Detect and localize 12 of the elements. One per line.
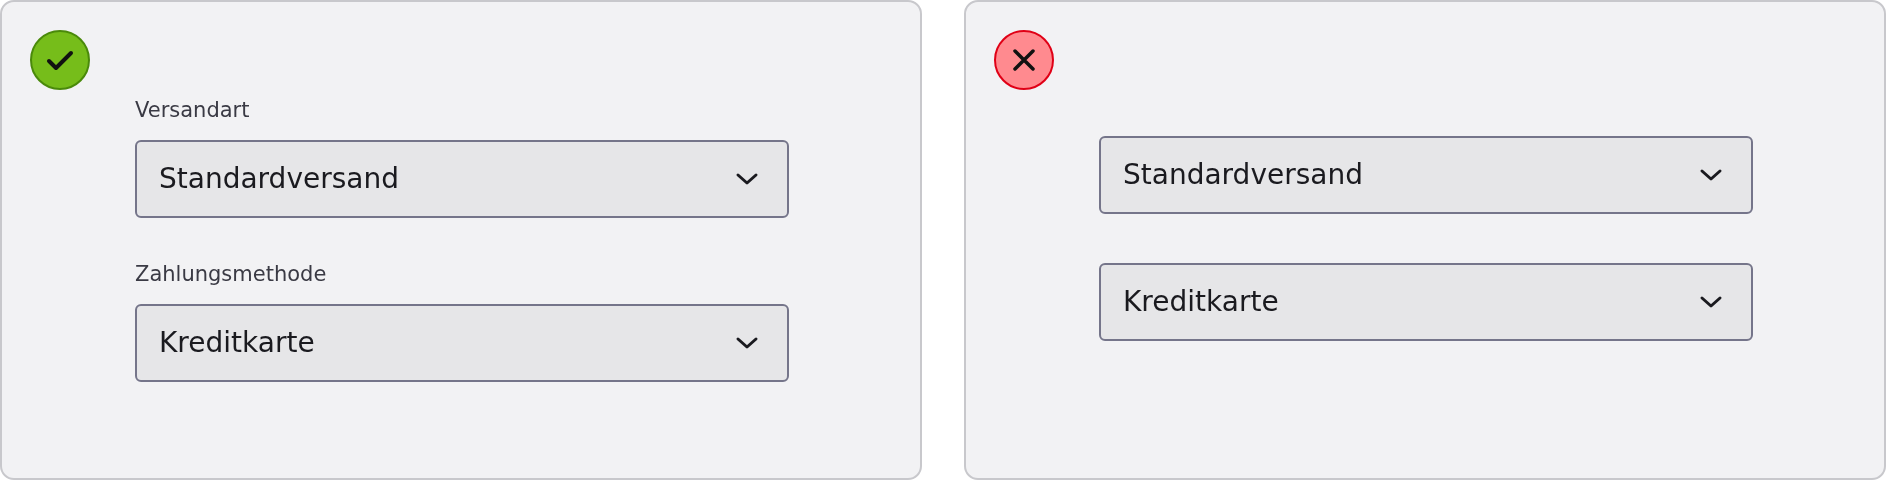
chevron-down-icon [735,336,759,350]
select-field[interactable]: Kreditkarte [135,304,789,382]
check-icon [30,30,90,90]
chevron-down-icon [1699,295,1723,309]
select-field[interactable]: Standardversand [1099,136,1753,214]
chevron-down-icon [1699,168,1723,182]
select-field[interactable]: Standardversand [135,140,789,218]
close-icon [994,30,1054,90]
field-label: Versandart [135,98,251,122]
chevron-down-icon [735,172,759,186]
select-field[interactable]: Kreditkarte [1099,263,1753,341]
field-label: Zahlungsmethode [135,262,328,286]
